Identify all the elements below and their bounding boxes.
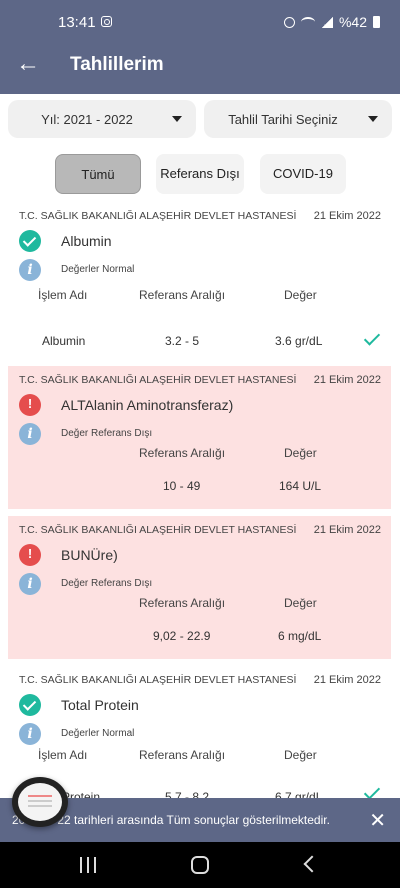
- column-name-header: İşlem Adı: [38, 288, 88, 302]
- app-bar: ← Tahlillerim: [0, 38, 400, 94]
- year-dropdown-label: Yıl: 2021 - 2022: [41, 112, 133, 127]
- caret-down-icon: [368, 116, 378, 122]
- result-date: 21 Ekim 2022: [313, 374, 381, 386]
- hospital-name: T.C. SAĞLIK BAKANLIĞI ALAŞEHİR DEVLET HA…: [19, 524, 297, 536]
- snackbar-message-tail: 22 tarihleri arasında Tüm sonuçlar göste…: [57, 813, 330, 827]
- test-name: ALTAlanin Aminotransferaz): [61, 397, 234, 413]
- result-card[interactable]: T.C. SAĞLIK BAKANLIĞI ALAŞEHİR DEVLET HA…: [8, 516, 391, 659]
- result-card[interactable]: T.C. SAĞLIK BAKANLIĞI ALAŞEHİR DEVLET HA…: [8, 366, 391, 509]
- warning-icon: !: [19, 544, 41, 566]
- check-circle-icon: [19, 694, 41, 716]
- row-value: 6.7 gr/dL: [275, 790, 323, 798]
- hospital-name: T.C. SAĞLIK BAKANLIĞI ALAŞEHİR DEVLET HA…: [19, 374, 297, 386]
- row-range: 5.7 - 8.2: [165, 790, 210, 798]
- wifi-icon: [300, 17, 315, 27]
- close-icon[interactable]: ✕: [369, 808, 386, 833]
- info-icon[interactable]: i: [19, 423, 41, 445]
- year-dropdown[interactable]: Yıl: 2021 - 2022: [8, 100, 196, 138]
- chip-covid-19[interactable]: COVID-19: [260, 154, 346, 194]
- column-range-header: Referans Aralığı: [139, 596, 226, 610]
- column-range-header: Referans Aralığı: [139, 288, 226, 302]
- status-text: Değerler Normal: [61, 264, 135, 275]
- battery-icon: [373, 16, 380, 28]
- column-range-header: Referans Aralığı: [139, 446, 226, 460]
- check-circle-icon: [19, 230, 41, 252]
- row-value: 164 U/L: [279, 479, 322, 493]
- check-icon: [363, 329, 381, 346]
- row-range: 10 - 49: [163, 479, 201, 493]
- column-range-header: Referans Aralığı: [139, 748, 226, 762]
- info-icon[interactable]: i: [19, 723, 41, 745]
- floating-chat-head[interactable]: [12, 777, 68, 827]
- info-icon[interactable]: i: [19, 573, 41, 595]
- result-date: 21 Ekim 2022: [313, 210, 381, 222]
- system-navigation-bar: [0, 842, 400, 888]
- row-range: 9,02 - 22.9: [153, 629, 211, 643]
- battery-percent: %42: [338, 14, 367, 30]
- column-value-header: Değer: [284, 288, 317, 302]
- page-title: Tahlillerim: [70, 54, 164, 75]
- column-name-header: İşlem Adı: [38, 748, 88, 762]
- back-icon[interactable]: [303, 855, 321, 873]
- status-icons: %42: [283, 14, 380, 30]
- row-range: 3.2 - 5: [165, 334, 200, 348]
- row-test-name: Albumin: [42, 334, 86, 348]
- test-name: BUNÜre): [61, 547, 118, 563]
- filter-bar: Yıl: 2021 - 2022 Tahlil Tarihi Seçiniz: [0, 100, 400, 140]
- chip-out-of-range[interactable]: Referans Dışı: [156, 154, 244, 194]
- column-value-header: Değer: [284, 596, 317, 610]
- row-value: 3.6 gr/dL: [275, 334, 323, 348]
- hospital-name: T.C. SAĞLIK BAKANLIĞI ALAŞEHİR DEVLET HA…: [19, 674, 297, 686]
- status-text: Değer Referans Dışı: [61, 428, 153, 439]
- warning-icon: !: [19, 394, 41, 416]
- instagram-notification-icon: [101, 16, 112, 27]
- status-text: Değerler Normal: [61, 728, 135, 739]
- signal-icon: [320, 16, 333, 28]
- hospital-name: T.C. SAĞLIK BAKANLIĞI ALAŞEHİR DEVLET HA…: [19, 210, 297, 222]
- date-dropdown[interactable]: Tahlil Tarihi Seçiniz: [204, 100, 392, 138]
- result-date: 21 Ekim 2022: [313, 524, 381, 536]
- result-card[interactable]: T.C. SAĞLIK BAKANLIĞI ALAŞEHİR DEVLET HA…: [8, 202, 391, 362]
- result-card[interactable]: T.C. SAĞLIK BAKANLIĞI ALAŞEHİR DEVLET HA…: [8, 666, 391, 798]
- column-value-header: Değer: [284, 446, 317, 460]
- caret-down-icon: [172, 116, 182, 122]
- info-icon[interactable]: i: [19, 259, 41, 281]
- date-dropdown-label: Tahlil Tarihi Seçiniz: [228, 112, 338, 127]
- clock: 13:41: [58, 14, 96, 31]
- recent-apps-icon[interactable]: [80, 857, 96, 873]
- status-bar: 13:41 %42: [0, 0, 400, 38]
- test-name: Albumin: [61, 233, 112, 249]
- row-test-name: Protein: [62, 790, 101, 798]
- alarm-icon: [283, 16, 295, 28]
- result-date: 21 Ekim 2022: [313, 674, 381, 686]
- arrow-left-icon[interactable]: ←: [16, 52, 40, 76]
- chip-all[interactable]: Tümü: [55, 154, 141, 194]
- status-text: Değer Referans Dışı: [61, 578, 153, 589]
- row-value: 6 mg/dL: [278, 629, 322, 643]
- test-name: Total Protein: [61, 697, 139, 713]
- column-value-header: Değer: [284, 748, 317, 762]
- check-icon: [363, 783, 381, 798]
- home-icon[interactable]: [191, 856, 209, 874]
- chat-head-thumbnail: [18, 783, 62, 821]
